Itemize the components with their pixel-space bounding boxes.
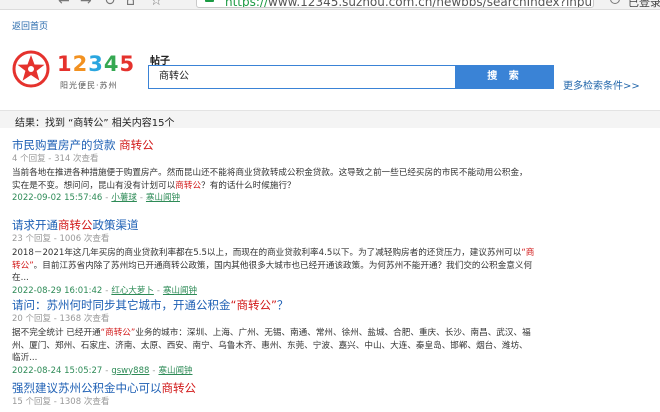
result-snippet: 当前各地在推进各种措施便于购置房产。然而昆山还不能将商业贷款转成公积金贷款。这导…: [12, 168, 528, 191]
result-footer: 2022-09-02 15:57:46- 小薯球 - 寒山闻钟: [12, 193, 180, 203]
result-snippet: 据不完全统计 已经开通“商转公”业务的城市：深圳、上海、广州、无锡、南通、常州、…: [12, 328, 531, 363]
search-input[interactable]: 商转公: [148, 65, 456, 89]
result-summary: 结果：找到 “商转公” 相关内容15个: [15, 118, 175, 129]
result-item: 请求开通商转公政策渠道 23 个回复 - 1006 次查看 2018－2021年…: [12, 218, 652, 297]
result-meta: 4 个回复 - 314 次查看: [12, 154, 99, 164]
logo-slogan: 阳光便民·苏州: [60, 81, 118, 90]
result-title-link[interactable]: 强烈建议苏州公积金中心可以商转公: [12, 381, 652, 396]
lock-icon: [205, 0, 214, 2]
result-item: 请问：苏州何时同步其它城市，开通公积金“商转公”？ 20 个回复 - 1368 …: [12, 298, 652, 377]
result-title-link[interactable]: 请问：苏州何时同步其它城市，开通公积金“商转公”？: [12, 298, 652, 313]
logo-digits: 12345: [57, 52, 136, 76]
site-logo[interactable]: 12345 阳光便民·苏州: [11, 49, 134, 91]
user-label[interactable]: 已登录: [628, 0, 660, 9]
url-text: https://www.12345.suzhou.com.cn/newbbs/s…: [225, 0, 593, 8]
result-board-link[interactable]: 寒山闻钟: [146, 193, 180, 203]
result-date: 2022-09-02 15:57:46: [12, 193, 103, 203]
result-meta: 15 个回复 - 1308 次查看: [12, 397, 110, 407]
reload-icon[interactable]: ↻: [104, 0, 116, 9]
result-footer: 2022-08-24 15:05:27- gswy888- 寒山闻钟: [12, 365, 193, 376]
more-search-options-link[interactable]: 更多检索条件>>: [563, 77, 640, 92]
back-home-link[interactable]: 返回首页: [12, 19, 48, 32]
bookmark-star-icon[interactable]: ☆: [150, 0, 163, 9]
user-icon[interactable]: [610, 0, 620, 4]
result-item: 强烈建议苏州公积金中心可以商转公 15 个回复 - 1308 次查看: [12, 381, 652, 408]
result-title-link[interactable]: 市民购置房产的贷款 商转公: [12, 138, 652, 153]
address-bar[interactable]: https://www.12345.suzhou.com.cn/newbbs/s…: [196, 0, 594, 8]
logo-star-icon: [12, 50, 50, 88]
result-snippet: 2018－2021年这几年买房的商业贷款利率都在5.5以上，而现在的商业贷款利率…: [12, 248, 535, 283]
result-meta: 20 个回复 - 1368 次查看: [12, 314, 110, 324]
result-meta: 23 个回复 - 1006 次查看: [12, 234, 110, 244]
home-icon[interactable]: ⌂: [126, 0, 135, 9]
result-summary-bar: 结果：找到 “商转公” 相关内容15个: [0, 110, 660, 129]
result-date: 2022-08-29 16:01:42: [12, 285, 103, 296]
result-author-link[interactable]: gswy888: [111, 366, 149, 376]
result-title-link[interactable]: 请求开通商转公政策渠道: [12, 218, 652, 233]
back-arrow-icon[interactable]: ←: [58, 0, 70, 9]
result-board-link[interactable]: 寒山闻钟: [158, 366, 192, 376]
search-button[interactable]: 搜 索: [456, 65, 554, 89]
result-item: 市民购置房产的贷款 商转公 4 个回复 - 314 次查看 当前各地在推进各种措…: [12, 138, 652, 204]
result-author-link[interactable]: 小薯球: [111, 193, 137, 203]
result-board-link[interactable]: 寒山闻钟: [163, 286, 197, 296]
browser-toolbar: ← → ↻ ⌂ ☆ https://www.12345.suzhou.com.c…: [0, 0, 660, 10]
result-footer: 2022-08-29 16:01:42- 红心大萝卜 - 寒山闻钟: [12, 285, 197, 296]
forward-arrow-icon[interactable]: →: [80, 0, 92, 9]
result-author-link[interactable]: 红心大萝卜: [111, 286, 154, 296]
result-date: 2022-08-24 15:05:27: [12, 365, 103, 376]
